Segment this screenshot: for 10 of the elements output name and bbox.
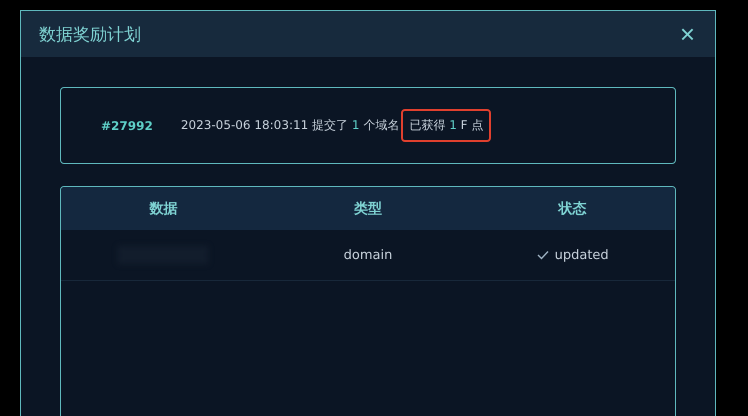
table-cell: domain xyxy=(344,248,392,262)
close-button[interactable]: × xyxy=(678,21,697,47)
status-text: updated xyxy=(554,248,609,262)
column-header: 状态 xyxy=(557,200,588,218)
column-header: 类型 xyxy=(352,200,383,218)
record-message: 2023-05-06 18:03:11 提交了 1 个域名 xyxy=(180,117,400,134)
reward-text: 已获得 1 F 点 xyxy=(401,109,492,142)
record-id: #27992 xyxy=(101,118,153,132)
dialog-title: 数据奖励计划 xyxy=(39,24,141,46)
column-header: 数据 xyxy=(148,200,178,218)
